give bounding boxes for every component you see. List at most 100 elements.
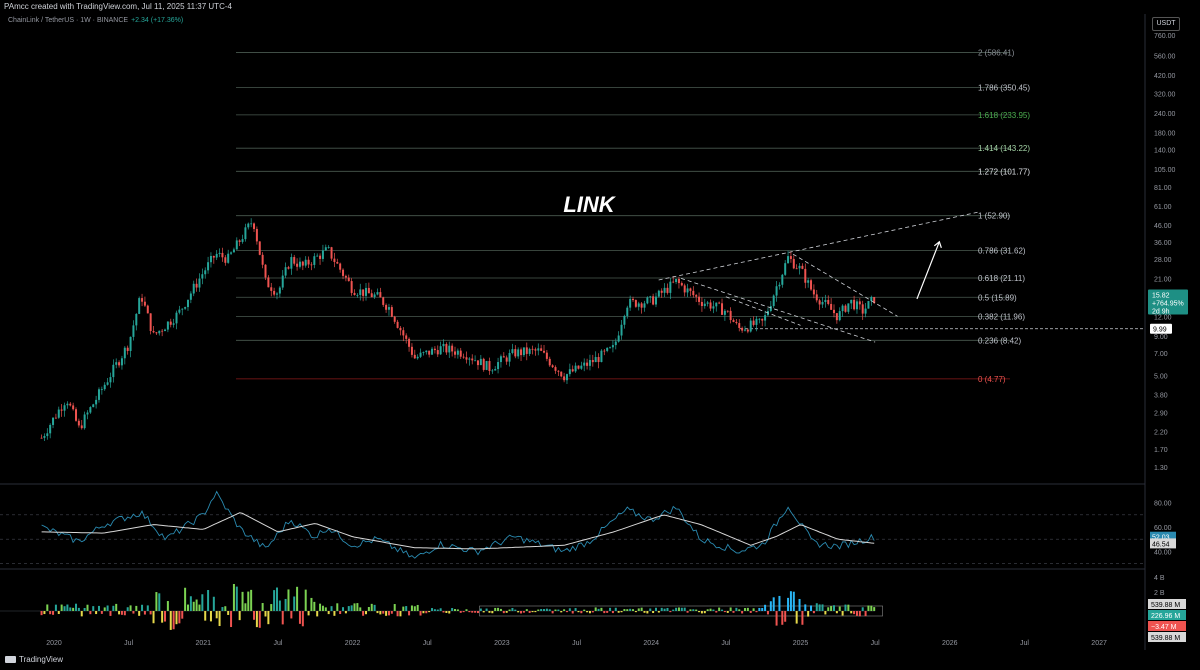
- volume-bar: [451, 608, 454, 611]
- candle-body: [46, 433, 49, 437]
- y-tick-label: 46.00: [1154, 223, 1172, 230]
- candle-body: [479, 358, 482, 366]
- candle-body: [663, 287, 666, 293]
- candle-body: [609, 347, 612, 349]
- volume-bar: [186, 604, 189, 611]
- volume-bar: [195, 599, 198, 611]
- rsi-y-tick-label: 80.00: [1154, 501, 1172, 508]
- volume-bar: [502, 611, 505, 614]
- volume-bar: [666, 607, 669, 611]
- wedge-lower: [725, 296, 801, 326]
- candle-body: [207, 262, 210, 271]
- volume-bar: [164, 611, 167, 622]
- candle-body: [537, 348, 540, 351]
- volume-bar: [841, 611, 844, 616]
- candle-body: [772, 295, 775, 307]
- volume-bar: [344, 611, 347, 614]
- candle-body: [821, 302, 824, 305]
- candle-body: [135, 313, 138, 326]
- volume-bar: [75, 603, 78, 611]
- candle-body: [637, 303, 640, 307]
- y-tick-label: 2.90: [1154, 411, 1168, 418]
- candle-body: [413, 354, 416, 359]
- volume-bar: [448, 611, 451, 614]
- candle-body: [476, 360, 479, 366]
- candle-body: [721, 303, 724, 315]
- candle-body: [387, 307, 390, 310]
- volume-bar: [471, 611, 474, 613]
- volume-bar: [603, 611, 606, 614]
- candle-body: [313, 256, 316, 265]
- candle-body: [181, 308, 184, 310]
- candle-body: [600, 350, 603, 363]
- x-tick-label: 2023: [494, 640, 510, 647]
- volume-bar: [232, 583, 235, 611]
- candle-body: [583, 362, 586, 366]
- candle-body: [459, 350, 462, 357]
- volume-bar: [769, 601, 772, 611]
- volume-bar: [474, 611, 477, 613]
- candle-body: [580, 365, 583, 369]
- volume-bar: [712, 609, 715, 611]
- candle-body: [784, 263, 787, 275]
- candle-body: [683, 285, 686, 293]
- volume-bar: [408, 611, 411, 616]
- candle-body: [864, 308, 867, 314]
- volume-bar: [66, 604, 69, 611]
- volume-bar: [766, 611, 769, 615]
- candle-body: [695, 295, 698, 297]
- candle-body: [718, 302, 721, 304]
- rsi-y-tick-label: 40.00: [1154, 549, 1172, 556]
- volume-value-label: 539.88 M: [1151, 635, 1180, 642]
- volume-bar: [40, 611, 43, 616]
- volume-bar: [238, 611, 241, 621]
- candle-body: [456, 350, 459, 355]
- rsi-value-label: 46.54: [1152, 541, 1170, 548]
- y-tick-label: 320.00: [1154, 92, 1176, 99]
- candle-body: [775, 286, 778, 296]
- volume-bar: [178, 611, 181, 624]
- candle-body: [83, 414, 86, 429]
- y-tick-label: 240.00: [1154, 111, 1176, 118]
- candle-body: [146, 305, 149, 314]
- candle-body: [646, 297, 649, 304]
- volume-bar: [853, 611, 856, 615]
- candle-body: [560, 371, 563, 377]
- candle-body: [741, 327, 744, 331]
- last-price-change: +764.95%: [1152, 301, 1184, 308]
- volume-bar: [241, 591, 244, 611]
- volume-bar: [781, 611, 784, 625]
- volume-bar: [275, 587, 278, 611]
- volume-bar: [749, 611, 752, 613]
- volume-bar: [69, 607, 72, 611]
- candle-body: [307, 259, 310, 265]
- volume-bar: [758, 607, 761, 611]
- candle-body: [680, 283, 683, 286]
- chart-canvas[interactable]: 760.00 560.00 420.00 320.00 240.00 180.00 140.…: [0, 0, 1200, 650]
- volume-bar: [172, 611, 175, 630]
- volume-bar: [287, 589, 290, 611]
- volume-bar: [112, 605, 115, 611]
- volume-value-label: 539.88 M: [1151, 602, 1180, 609]
- candle-body: [588, 360, 591, 366]
- y-tick-label: 81.00: [1154, 185, 1172, 192]
- volume-bar: [212, 596, 215, 611]
- volume-bar: [522, 611, 525, 613]
- volume-bar: [267, 611, 270, 625]
- candle-body: [232, 249, 235, 253]
- volume-bar: [832, 605, 835, 611]
- candle-body: [778, 284, 781, 287]
- candle-body: [321, 250, 324, 259]
- candle-body: [462, 356, 465, 358]
- candle-body: [755, 318, 758, 325]
- volume-bar: [810, 605, 813, 611]
- volume-bar: [855, 611, 858, 616]
- candle-body: [408, 338, 411, 347]
- candle-body: [764, 315, 767, 321]
- candle-body: [215, 253, 218, 258]
- volume-bar: [861, 607, 864, 611]
- volume-bar: [654, 607, 657, 611]
- volume-bar: [807, 611, 810, 617]
- volume-bar: [373, 604, 376, 611]
- y-tick-label: 36.00: [1154, 240, 1172, 247]
